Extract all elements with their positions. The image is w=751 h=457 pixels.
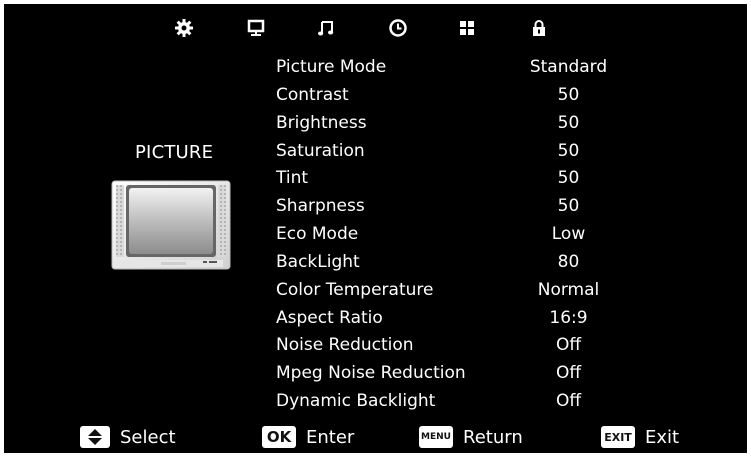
menu-item-label: Picture Mode: [276, 57, 387, 77]
menu-item-label: Mpeg Noise Reduction: [276, 363, 466, 384]
tv-osd-screen: PICTURE Picture Mode Standard Contrast 5…: [4, 4, 747, 453]
menu-item-value: Low: [551, 224, 586, 245]
menu-item-value: Off: [555, 363, 582, 384]
menu-item-value: Standard: [529, 57, 608, 77]
menu-key: MENU: [419, 426, 453, 448]
menu-item[interactable]: Brightness 50: [276, 110, 636, 138]
menu-item-label: Contrast: [276, 84, 349, 105]
menu-item-value: 50: [557, 196, 580, 217]
button-hints-bar: Select OK Enter MENU Return EXIT Exit: [4, 422, 747, 453]
menu-item[interactable]: Eco Mode Low: [276, 221, 636, 249]
menu-item-label: Tint: [276, 168, 309, 189]
gear-icon[interactable]: [174, 18, 194, 38]
exit-hint-label: Exit: [645, 426, 680, 448]
menu-item[interactable]: Aspect Ratio 16:9: [276, 305, 636, 333]
tv-illustration: [111, 180, 231, 270]
menu-item[interactable]: Color Temperature Normal: [276, 277, 636, 305]
menu-item-label: Color Temperature: [276, 279, 434, 300]
menu-item[interactable]: BackLight 80: [276, 249, 636, 277]
menu-item-label: Brightness: [276, 112, 367, 133]
menu-item-label: Saturation: [276, 140, 365, 161]
section-title: PICTURE: [135, 142, 214, 163]
picture-settings-list: Picture Mode Standard Contrast 50 Brightness…: [276, 54, 636, 416]
menu-item-label: Sharpness: [276, 196, 365, 217]
menu-item[interactable]: Sharpness 50: [276, 193, 636, 221]
enter-hint: OK Enter: [262, 426, 354, 448]
up-down-arrows-icon: [80, 426, 110, 448]
menu-item[interactable]: Tint 50: [276, 165, 636, 193]
menu-item[interactable]: Noise Reduction Off: [276, 332, 636, 360]
menu-item[interactable]: Saturation 50: [276, 138, 636, 166]
menu-item-value: Normal: [537, 279, 600, 300]
music-note-icon[interactable]: [316, 18, 336, 38]
menu-item-label: Eco Mode: [276, 224, 359, 245]
menu-item-label: Aspect Ratio: [276, 307, 383, 328]
enter-hint-label: Enter: [306, 426, 355, 448]
menu-item-label: BackLight: [276, 251, 360, 272]
menu-item-value: 16:9: [549, 307, 588, 328]
monitor-icon[interactable]: [246, 18, 266, 38]
return-hint: MENU Return: [419, 426, 523, 448]
menu-item-value: Off: [555, 391, 582, 412]
menu-item[interactable]: Dynamic Backlight Off: [276, 388, 636, 416]
menu-item-value: 50: [557, 84, 580, 105]
select-hint-label: Select: [120, 426, 176, 448]
menu-item-value: 50: [557, 112, 580, 133]
menu-item[interactable]: Mpeg Noise Reduction Off: [276, 360, 636, 388]
lock-icon[interactable]: [529, 18, 549, 38]
menu-item-value: 80: [557, 251, 580, 272]
menu-item[interactable]: Picture Mode Standard: [276, 54, 636, 82]
return-hint-label: Return: [463, 426, 523, 448]
exit-hint: EXIT Exit: [601, 426, 679, 448]
select-hint: Select: [80, 426, 176, 448]
menu-item-label: Dynamic Backlight: [276, 391, 436, 412]
ok-key: OK: [262, 426, 296, 448]
category-bar: [4, 4, 747, 48]
menu-item-value: 50: [557, 168, 580, 189]
grid-icon[interactable]: [457, 18, 477, 38]
menu-item-value: Off: [555, 335, 582, 356]
menu-item-value: 50: [557, 140, 580, 161]
menu-item[interactable]: Contrast 50: [276, 82, 636, 110]
clock-icon[interactable]: [388, 18, 408, 38]
menu-item-label: Noise Reduction: [276, 335, 414, 356]
exit-key: EXIT: [601, 426, 635, 448]
